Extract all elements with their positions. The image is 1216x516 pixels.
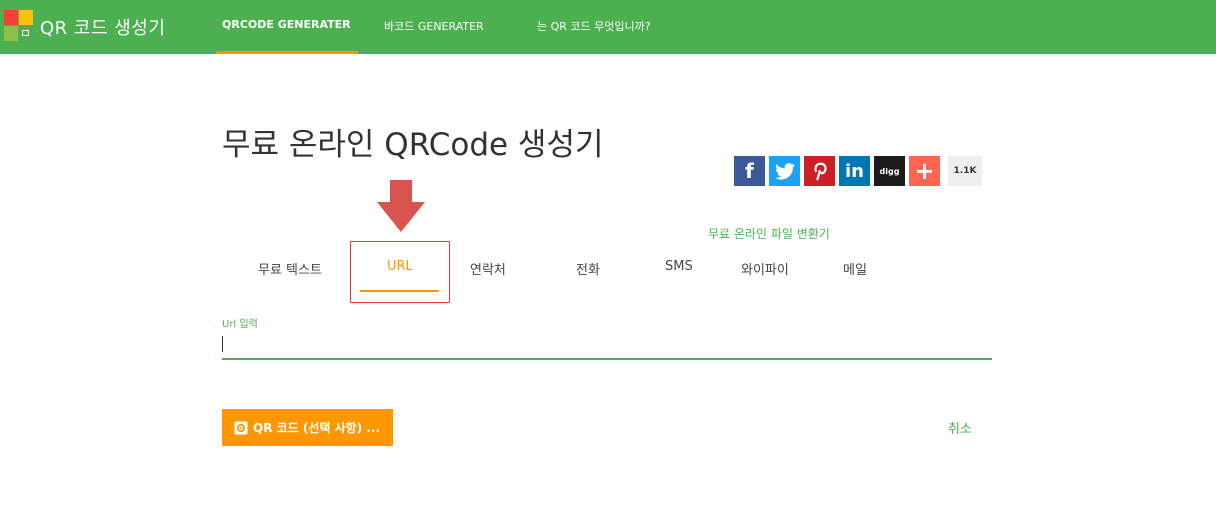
down-arrow-icon	[377, 180, 425, 232]
brand-name[interactable]: QR 코드 생성기	[40, 14, 165, 40]
linkedin-icon[interactable]: in	[839, 156, 870, 186]
settings-icon	[234, 421, 248, 434]
url-field-label: Url 입력	[222, 319, 258, 330]
tab-mail[interactable]: 메일	[843, 259, 867, 278]
page-title: 무료 온라인 QRCode 생성기	[222, 126, 604, 163]
tab-free-text[interactable]: 무료 텍스트	[258, 259, 322, 278]
tab-wifi[interactable]: 와이파이	[741, 259, 789, 278]
tab-sms[interactable]: SMS	[665, 259, 693, 274]
twitter-icon[interactable]	[769, 156, 800, 186]
plus-icon[interactable]: +	[909, 156, 940, 186]
nav-what-is-qr[interactable]: 는 QR 코드 무엇입니까?	[537, 18, 651, 34]
tab-phone[interactable]: 전화	[576, 259, 600, 278]
nav-barcode-generater[interactable]: 바코드 GENERATER	[384, 18, 484, 34]
share-count: 1.1K	[948, 156, 982, 186]
text-caret	[222, 336, 223, 352]
logo-icon[interactable]	[4, 10, 34, 42]
pinterest-icon[interactable]	[804, 156, 835, 186]
file-converter-link[interactable]: 무료 온라인 파일 변환기	[708, 225, 830, 242]
nav-qrcode-generater[interactable]: QRCODE GENERATER	[222, 18, 351, 31]
highlight-box	[350, 241, 450, 303]
qr-options-button[interactable]: QR 코드 (선택 사항) ...	[222, 409, 393, 446]
top-navbar: QR 코드 생성기 QRCODE GENERATER 바코드 GENERATER…	[0, 0, 1216, 54]
facebook-icon[interactable]: f	[734, 156, 765, 186]
share-bar: f in digg + 1.1K	[734, 156, 982, 186]
cancel-link[interactable]: 취소	[948, 418, 972, 437]
digg-icon[interactable]: digg	[874, 156, 905, 186]
qr-options-label: QR 코드 (선택 사항) ...	[253, 421, 381, 435]
tab-contact[interactable]: 연락처	[470, 259, 506, 278]
nav-active-indicator	[216, 51, 358, 54]
url-input[interactable]	[222, 332, 992, 360]
